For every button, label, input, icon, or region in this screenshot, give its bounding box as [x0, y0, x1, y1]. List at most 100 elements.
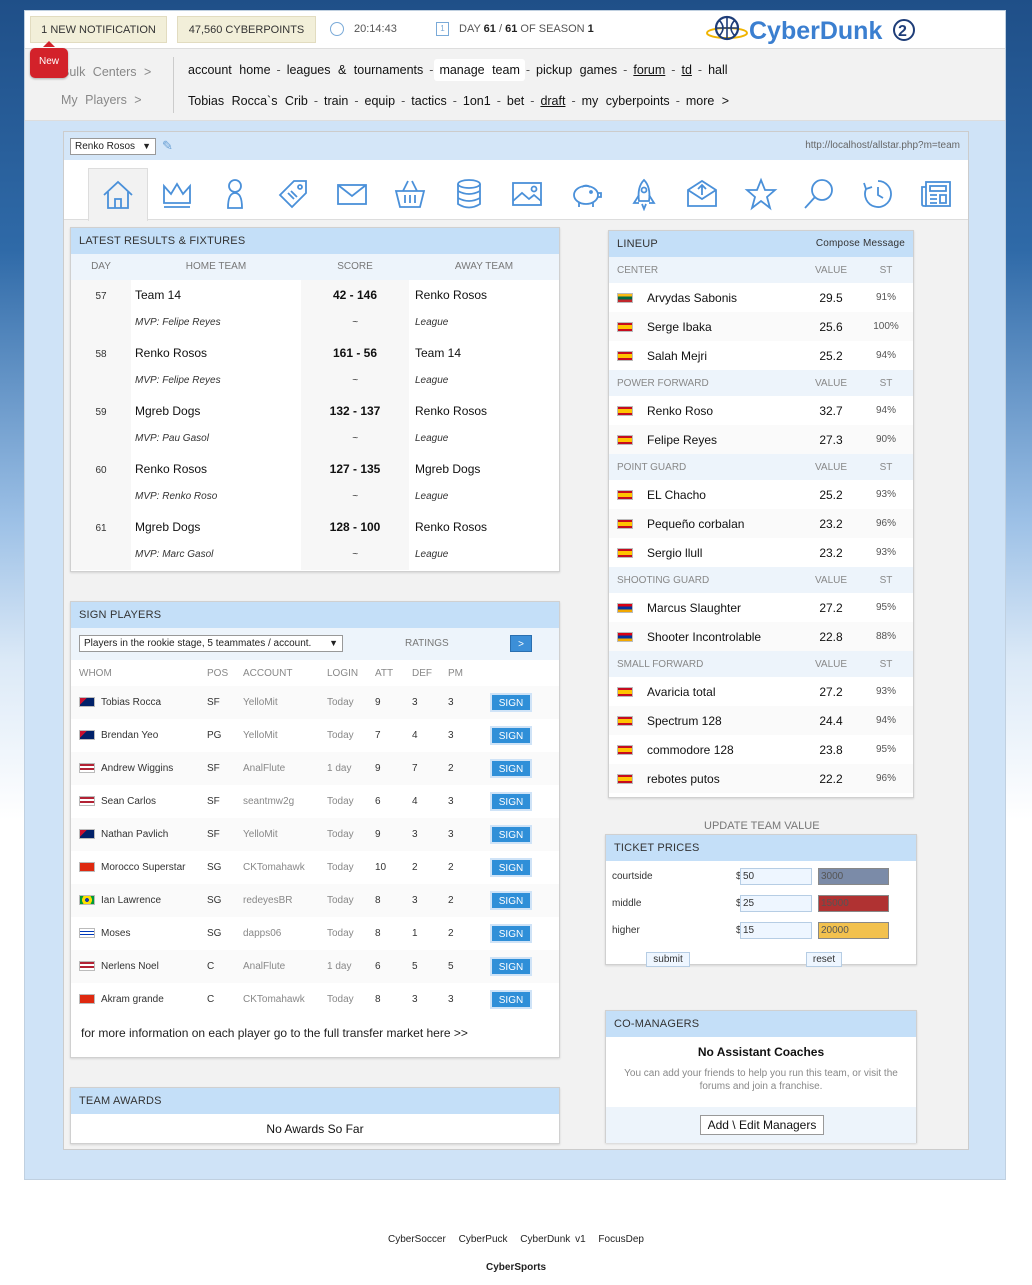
sign-button[interactable]: SIGN — [490, 792, 532, 811]
footer-link-focusdep[interactable]: FocusDep — [598, 1234, 644, 1245]
ticket-price-input[interactable]: 15 — [740, 922, 812, 939]
player-account[interactable]: redeyesBR — [243, 895, 327, 906]
nav-equip[interactable]: equip — [360, 90, 401, 112]
away-team[interactable]: Renko Rosos — [415, 520, 553, 549]
player-name[interactable]: Spectrum 128 — [647, 714, 722, 728]
player-name[interactable]: Nathan Pavlich — [101, 829, 207, 840]
score[interactable]: 42 - 146 — [301, 288, 409, 317]
update-team-value-link[interactable]: UPDATE TEAM VALUE — [704, 820, 820, 832]
nav-tactics[interactable]: tactics — [406, 90, 451, 112]
ticket-price-input[interactable]: 25 — [740, 895, 812, 912]
player-name[interactable]: Arvydas Sabonis — [647, 291, 737, 305]
tab-rocket[interactable] — [614, 168, 674, 220]
player-name[interactable]: Felipe Reyes — [647, 433, 717, 447]
pencil-icon[interactable]: ✎ — [162, 138, 178, 154]
player-account[interactable]: YelloMit — [243, 697, 327, 708]
sign-button[interactable]: SIGN — [490, 759, 532, 778]
tab-inbox[interactable] — [672, 168, 732, 220]
transfer-market-link[interactable]: for more information on each player go t… — [71, 1016, 559, 1050]
player-name[interactable]: Moses — [101, 928, 207, 939]
tab-star[interactable] — [731, 168, 791, 220]
nav-leagues[interactable]: leagues & tournaments — [282, 59, 429, 81]
away-team[interactable]: Renko Rosos — [415, 404, 553, 433]
nav-manage-team[interactable]: manage team — [434, 59, 525, 81]
nav-td[interactable]: td — [676, 59, 696, 81]
bulk-centers-label[interactable]: Bulk Centers > — [61, 65, 151, 79]
score[interactable]: 127 - 135 — [301, 462, 409, 491]
home-team[interactable]: Team 14 — [135, 288, 297, 317]
away-team[interactable]: Team 14 — [415, 346, 553, 375]
away-team[interactable]: Renko Rosos — [415, 288, 553, 317]
tab-database[interactable] — [439, 168, 499, 220]
home-team[interactable]: Mgreb Dogs — [135, 404, 297, 433]
score[interactable]: 132 - 137 — [301, 404, 409, 433]
score[interactable]: 161 - 56 — [301, 346, 409, 375]
player-account[interactable]: YelloMit — [243, 730, 327, 741]
score[interactable]: 128 - 100 — [301, 520, 409, 549]
nav-bet[interactable]: bet — [502, 90, 529, 112]
sign-button[interactable]: SIGN — [490, 825, 532, 844]
player-name[interactable]: Marcus Slaughter — [647, 601, 741, 615]
player-name[interactable]: Sergio llull — [647, 546, 702, 560]
player-name[interactable]: Renko Roso — [647, 404, 713, 418]
nav-my-cyberpoints[interactable]: my cyberpoints — [577, 90, 675, 112]
tab-search[interactable] — [789, 168, 849, 220]
submit-button[interactable]: submit — [646, 952, 690, 967]
ratings-go-button[interactable]: > — [510, 635, 532, 652]
tab-home[interactable] — [88, 168, 148, 221]
nav-account-home[interactable]: account home — [183, 59, 276, 81]
nav-1on1[interactable]: 1on1 — [458, 90, 496, 112]
player-account[interactable]: YelloMit — [243, 829, 327, 840]
player-name[interactable]: Nerlens Noel — [101, 961, 207, 972]
reset-button[interactable]: reset — [806, 952, 842, 967]
nav-draft[interactable]: draft — [535, 90, 570, 112]
home-team[interactable]: Mgreb Dogs — [135, 520, 297, 549]
player-name[interactable]: Andrew Wiggins — [101, 763, 207, 774]
nav-forum[interactable]: forum — [628, 59, 670, 81]
footer-link-cyberpuck[interactable]: CyberPuck — [459, 1234, 508, 1245]
nav-more[interactable]: more > — [681, 90, 734, 112]
player-account[interactable]: CKTomahawk — [243, 994, 327, 1005]
nav-pickup-games[interactable]: pickup games — [531, 59, 622, 81]
cyberdunk-logo[interactable]: CyberDunk 2 — [705, 13, 920, 47]
home-team[interactable]: Renko Rosos — [135, 346, 297, 375]
sign-button[interactable]: SIGN — [490, 924, 532, 943]
tab-clock[interactable] — [848, 168, 908, 220]
away-team[interactable]: Mgreb Dogs — [415, 462, 553, 491]
player-name[interactable]: Morocco Superstar — [101, 862, 207, 873]
player-account[interactable]: AnalFlute — [243, 961, 327, 972]
player-name[interactable]: Ian Lawrence — [101, 895, 207, 906]
cyberpoints-button[interactable]: 47,560 CYBERPOINTS — [177, 16, 316, 43]
sign-button[interactable]: SIGN — [490, 858, 532, 877]
tab-piggy-bank[interactable] — [556, 168, 616, 220]
player-account[interactable]: dapps06 — [243, 928, 327, 939]
sign-button[interactable]: SIGN — [490, 693, 532, 712]
nav-train[interactable]: train — [319, 90, 353, 112]
player-name[interactable]: EL Chacho — [647, 488, 706, 502]
tab-tag[interactable] — [263, 168, 323, 220]
my-players-label[interactable]: My Players > — [61, 93, 142, 107]
nav-crib[interactable]: Tobias Rocca`s Crib — [183, 90, 313, 112]
player-name[interactable]: Brendan Yeo — [101, 730, 207, 741]
tab-crown[interactable] — [147, 168, 207, 220]
player-name[interactable]: Akram grande — [101, 994, 207, 1005]
ticket-price-input[interactable]: 50 — [740, 868, 812, 885]
player-name[interactable]: Salah Mejri — [647, 349, 707, 363]
player-name[interactable]: Tobias Rocca — [101, 697, 207, 708]
footer-link-cybersoccer[interactable]: CyberSoccer — [388, 1234, 446, 1245]
player-account[interactable]: seantmw2g — [243, 796, 327, 807]
player-account[interactable]: AnalFlute — [243, 763, 327, 774]
sign-button[interactable]: SIGN — [490, 957, 532, 976]
home-team[interactable]: Renko Rosos — [135, 462, 297, 491]
sign-button[interactable]: SIGN — [490, 891, 532, 910]
player-name[interactable]: Serge Ibaka — [647, 320, 712, 334]
player-name[interactable]: Pequeño corbalan — [647, 517, 744, 531]
compose-message-link[interactable]: Compose Message — [816, 231, 905, 257]
tab-image[interactable] — [497, 168, 557, 220]
tab-player[interactable] — [205, 168, 265, 220]
notification-button[interactable]: 1 NEW NOTIFICATION — [30, 16, 167, 43]
player-name[interactable]: Sean Carlos — [101, 796, 207, 807]
footer-link-cyberdunk-v1[interactable]: CyberDunk v1 — [520, 1234, 585, 1245]
player-filter-select[interactable]: Players in the rookie stage, 5 teammates… — [79, 635, 343, 652]
player-name[interactable]: Shooter Incontrolable — [647, 630, 761, 644]
